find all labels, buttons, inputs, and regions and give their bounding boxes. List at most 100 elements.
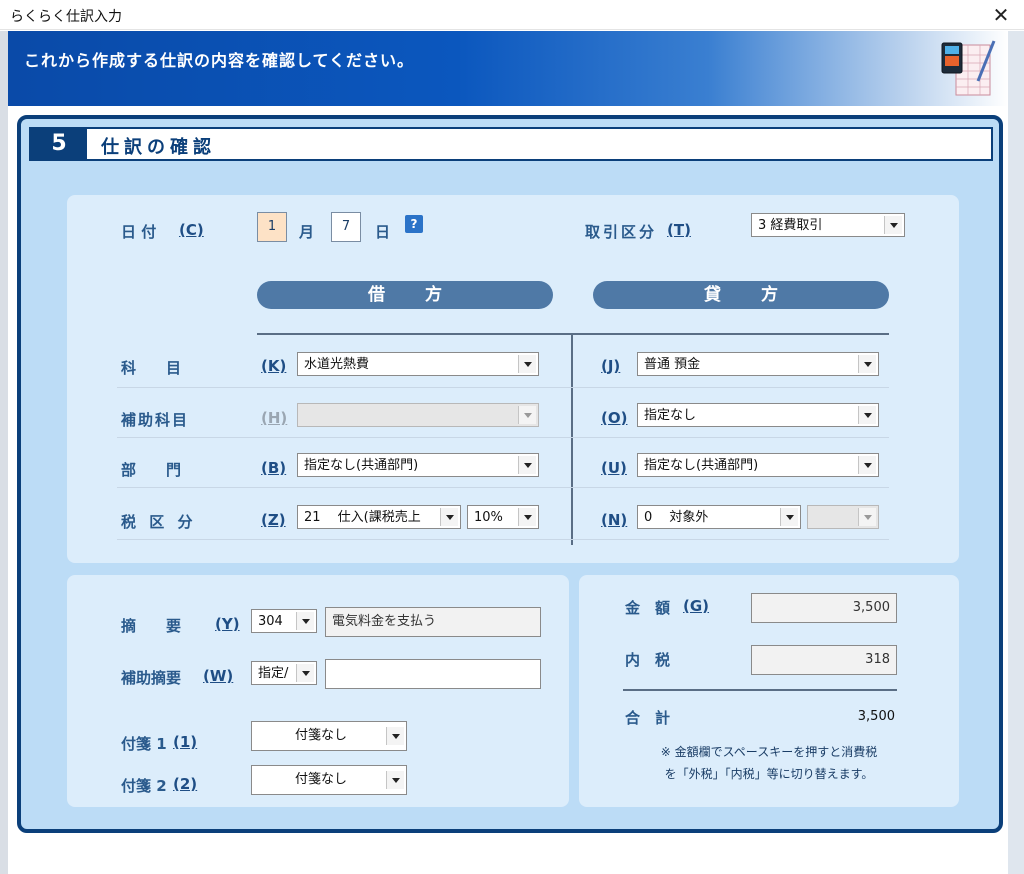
department-credit-select[interactable]: 指定なし(共通部門) [637,453,879,477]
sub-memo-code-select[interactable]: 指定/ [251,661,317,685]
tax-debit-select[interactable]: 21 仕入(課税売上 [297,505,461,529]
memo-key: (Y) [215,615,240,633]
step-title: 仕訳の確認 [101,137,216,158]
sub-account-credit-select[interactable]: 指定なし [637,403,879,427]
memo-code-select[interactable]: 304 [251,609,317,633]
row-divider [117,539,889,540]
transaction-type-select[interactable]: 3 経費取引 [751,213,905,237]
inner-tax-input[interactable]: 318 [751,645,897,675]
memo-box: 摘 要 (Y) 304 電気料金を支払う 補助摘要 (W) 指定/ 付箋 1 (… [67,575,569,807]
department-debit-key: (B) [261,459,287,477]
column-divider [571,333,573,545]
department-credit-value: 指定なし(共通部門) [644,458,759,473]
month-unit: 月 [299,223,315,241]
chevron-down-icon[interactable] [440,508,458,526]
date-key: (C) [179,221,204,239]
chevron-down-icon[interactable] [858,355,876,373]
title-bar: らくらく仕訳入力 ✕ [0,0,1024,30]
tax-credit-rate-select [807,505,879,529]
tax-credit-key: (N) [601,511,628,529]
total-value: 3,500 [857,709,895,724]
tag1-value: 付箋なし [294,728,347,743]
tag2-value: 付箋なし [294,772,347,787]
note-line-1: ※ 金額欄でスペースキーを押すと消費税 [660,745,878,759]
chevron-down-icon[interactable] [386,727,404,745]
row-divider [117,487,889,488]
entry-box: 日 付 (C) 1 月 7 日 ? 取引区分 (T) 3 経費取引 借方 貸方 … [67,195,959,563]
amount-label: 金 額 [625,599,671,617]
chevron-down-icon[interactable] [518,355,536,373]
sub-memo-text-input[interactable] [325,659,541,689]
close-icon[interactable]: ✕ [988,2,1014,28]
account-credit-select[interactable]: 普通 預金 [637,352,879,376]
account-debit-value: 水道光熱費 [304,357,370,372]
chevron-down-icon[interactable] [858,456,876,474]
chevron-down-icon [858,508,876,526]
day-unit: 日 [375,223,391,241]
tag1-label: 付箋 1 [121,735,167,753]
step-header: 5 仕訳の確認 [29,127,993,161]
amount-key: (G) [683,597,710,615]
account-credit-key: (J) [601,357,621,375]
sub-memo-label: 補助摘要 [121,669,182,687]
tag1-key: (1) [173,733,198,751]
department-debit-select[interactable]: 指定なし(共通部門) [297,453,539,477]
account-credit-value: 普通 預金 [644,357,701,372]
memo-label: 摘 要 [121,617,182,635]
sub-account-debit-select [297,403,539,427]
document-pen-icon [941,40,996,96]
transaction-type-key: (T) [667,221,691,239]
tax-switch-note: ※ 金額欄でスペースキーを押すと消費税 を「外税」「内税」等に切り替えます。 [599,741,939,785]
department-label: 部 門 [121,461,182,479]
total-label: 合 計 [625,709,671,727]
department-credit-key: (U) [601,459,627,477]
chevron-down-icon[interactable] [296,664,314,682]
sub-account-debit-key: (H) [261,409,288,427]
chevron-down-icon[interactable] [518,456,536,474]
debit-header: 借方 [257,281,553,309]
total-divider [623,689,897,691]
chevron-down-icon[interactable] [518,508,536,526]
app-window: らくらく仕訳入力 ✕ これから作成する仕訳の内容を確認してください。 5 仕訳の… [0,0,1024,874]
department-debit-value: 指定なし(共通部門) [304,458,419,473]
tag1-select[interactable]: 付箋なし [251,721,407,751]
tag2-key: (2) [173,775,198,793]
day-input[interactable]: 7 [331,212,361,242]
tax-credit-select[interactable]: 0 対象外 [637,505,801,529]
step-number: 5 [31,129,87,159]
confirm-panel: 5 仕訳の確認 日 付 (C) 1 月 7 日 ? 取引区分 (T) 3 経費取… [17,115,1003,833]
instruction-banner: これから作成する仕訳の内容を確認してください。 [8,31,1008,106]
amount-box: 金 額 (G) 3,500 内 税 318 合 計 3,500 ※ 金額欄でスペ… [579,575,959,807]
sub-account-credit-value: 指定なし [644,408,697,423]
note-line-2: を「外税」「内税」等に切り替えます。 [664,767,874,781]
tax-rate-value: 10% [474,510,503,525]
chevron-down-icon[interactable] [884,216,902,234]
sub-memo-code-value: 指定/ [258,666,289,681]
row-divider [117,437,889,438]
chevron-down-icon[interactable] [780,508,798,526]
account-debit-select[interactable]: 水道光熱費 [297,352,539,376]
right-edge [1008,31,1024,874]
tax-debit-value: 21 仕入(課税売上 [304,510,421,525]
chevron-down-icon[interactable] [858,406,876,424]
help-icon[interactable]: ? [405,215,423,233]
amount-input[interactable]: 3,500 [751,593,897,623]
left-edge [0,31,8,874]
window-title: らくらく仕訳入力 [10,9,122,25]
chevron-down-icon [518,406,536,424]
header-divider [257,333,889,335]
chevron-down-icon[interactable] [386,771,404,789]
inner-tax-label: 内 税 [625,651,671,669]
banner-message: これから作成する仕訳の内容を確認してください。 [24,51,415,70]
tax-debit-key: (Z) [261,511,286,529]
chevron-down-icon[interactable] [296,612,314,630]
sub-account-label: 補助科目 [121,411,190,429]
tax-rate-select[interactable]: 10% [467,505,539,529]
account-debit-key: (K) [261,357,287,375]
credit-header: 貸方 [593,281,889,309]
sub-account-credit-key: (O) [601,409,628,427]
memo-text-input[interactable]: 電気料金を支払う [325,607,541,637]
tag2-select[interactable]: 付箋なし [251,765,407,795]
tag2-label: 付箋 2 [121,777,167,795]
month-input[interactable]: 1 [257,212,287,242]
